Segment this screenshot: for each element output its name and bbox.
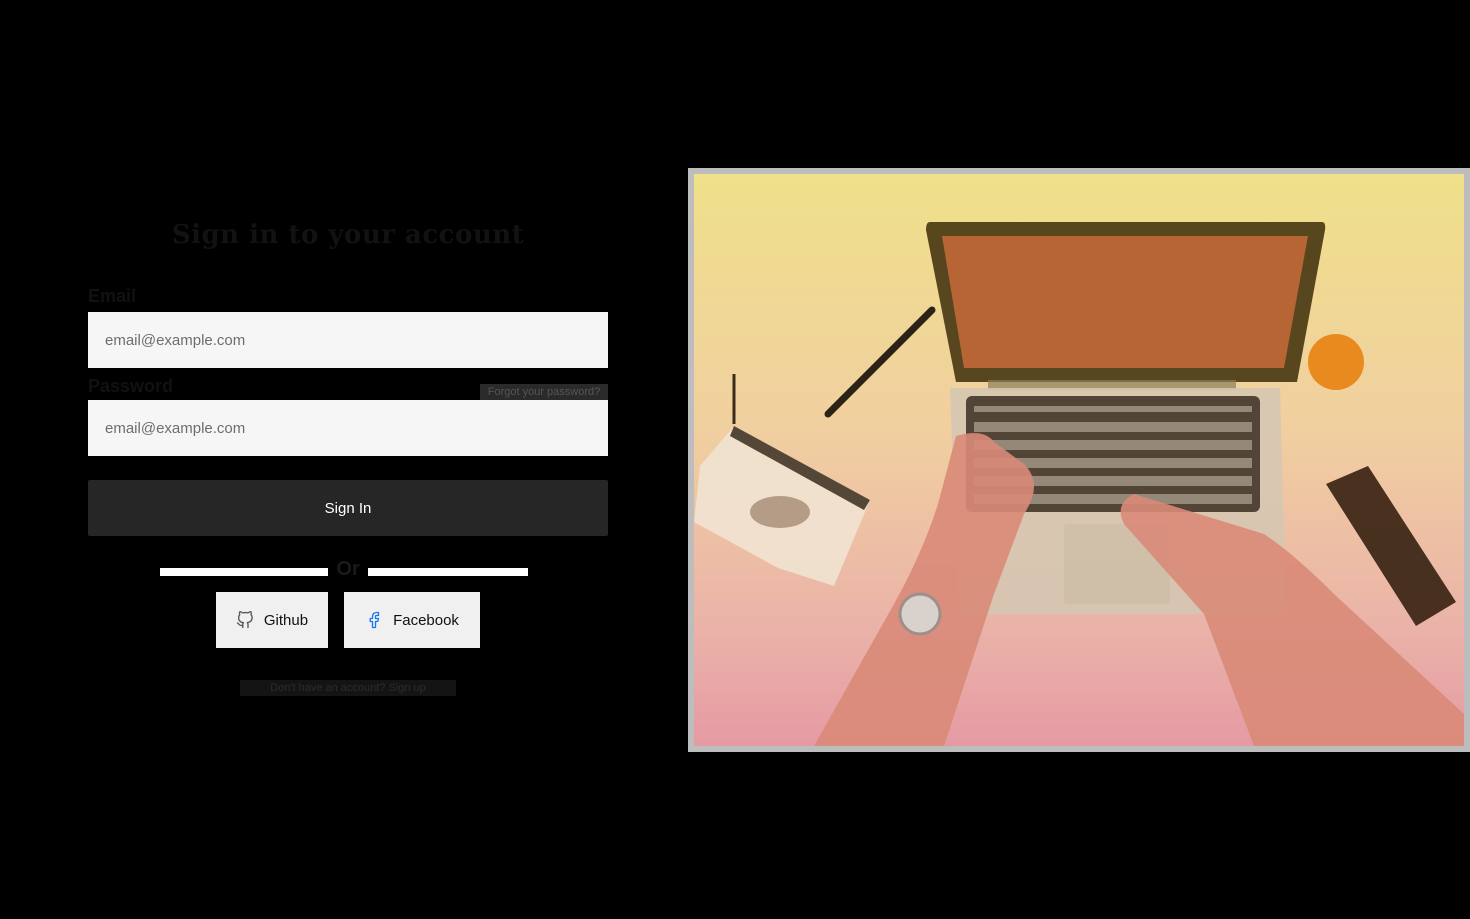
divider-line-right — [368, 568, 528, 576]
page-title: Sign in to your account — [171, 220, 525, 250]
facebook-button-label: Facebook — [393, 611, 459, 629]
facebook-icon — [365, 611, 383, 629]
sign-in-button[interactable]: Sign In — [88, 480, 608, 536]
email-field[interactable] — [88, 312, 608, 368]
password-label: Password — [88, 376, 174, 396]
github-icon — [236, 611, 254, 629]
github-button[interactable]: Github — [216, 592, 328, 648]
password-field[interactable] — [88, 400, 608, 456]
email-label: Email — [88, 286, 137, 306]
divider-text: Or — [336, 558, 360, 580]
facebook-button[interactable]: Facebook — [344, 592, 480, 648]
github-button-label: Github — [263, 611, 309, 629]
hero-image-frame — [688, 168, 1470, 752]
sign-in-page: Sign in to your account Email Password F… — [0, 0, 1470, 919]
divider-line-left — [160, 568, 328, 576]
sign-in-button-label: Sign In — [324, 499, 372, 517]
sign-up-link[interactable]: Don't have an account? Sign up — [240, 680, 456, 696]
laptop-desk-illustration — [694, 222, 1464, 746]
hero-image — [694, 174, 1464, 746]
forgot-password-link[interactable]: Forgot your password? — [480, 384, 608, 400]
